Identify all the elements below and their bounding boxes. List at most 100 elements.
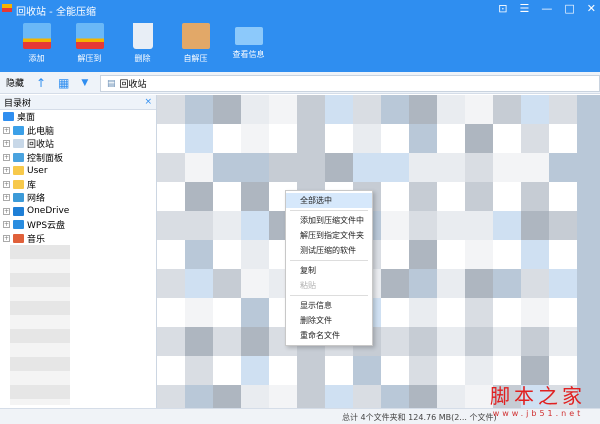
blurred-file-tile	[549, 95, 577, 124]
self-extract-label: 自解压	[183, 54, 208, 63]
dropdown-icon[interactable]: ▼	[81, 78, 88, 88]
blurred-file-tile	[213, 298, 241, 327]
blurred-file-tile	[437, 124, 465, 153]
blurred-file-tile	[185, 356, 213, 385]
tree-item[interactable]: 桌面	[0, 110, 156, 124]
self-extract-button[interactable]: 自解压	[169, 20, 222, 72]
folder-icon	[13, 233, 24, 243]
status-text: 总计 4个文件夹和 124.76 MB(2... 个文件)	[342, 413, 497, 422]
blurred-file-tile	[241, 153, 269, 182]
blurred-file-tile	[381, 95, 409, 124]
blurred-file-tile	[185, 211, 213, 240]
add-button[interactable]: 添加	[10, 20, 63, 72]
blurred-file-tile	[437, 153, 465, 182]
blurred-file-tile	[269, 95, 297, 124]
inbox-icon[interactable]: ⊡	[498, 2, 507, 15]
tree-item[interactable]: + 音乐	[0, 232, 156, 246]
blurred-file-tile	[381, 211, 409, 240]
blurred-file-tile	[185, 269, 213, 298]
blurred-file-tile	[465, 95, 493, 124]
tree-item[interactable]: + 控制面板	[0, 151, 156, 165]
tree-item[interactable]: + 库	[0, 178, 156, 192]
blurred-file-tile	[381, 269, 409, 298]
expand-icon[interactable]: +	[3, 153, 10, 161]
blurred-file-tile	[241, 95, 269, 124]
menu-item[interactable]: 测试压缩的软件	[286, 243, 372, 258]
blurred-file-tile	[381, 356, 409, 385]
path-field[interactable]: ▤ 回收站	[100, 75, 600, 92]
tree-item[interactable]: + User	[0, 164, 156, 178]
blurred-file-tile	[185, 182, 213, 211]
menu-item[interactable]: 全部选中	[286, 193, 372, 208]
delete-button[interactable]: 删除	[116, 20, 169, 72]
expand-icon[interactable]: +	[3, 140, 10, 148]
close-icon[interactable]: ✕	[587, 2, 596, 15]
tree-item[interactable]: + WPS云盘	[0, 218, 156, 232]
expand-icon[interactable]: +	[3, 207, 10, 215]
up-arrow-icon[interactable]: ↑	[36, 76, 46, 90]
blurred-file-tile	[437, 385, 465, 408]
menu-item[interactable]: 重命名文件	[286, 328, 372, 343]
blurred-file-tile	[241, 240, 269, 269]
blurred-file-tile	[437, 95, 465, 124]
grid-view-icon[interactable]: ▦	[58, 76, 69, 90]
menu-icon[interactable]: ☰	[520, 2, 530, 15]
tree-item[interactable]: + OneDrive	[0, 205, 156, 219]
tree-item[interactable]: + 网络	[0, 191, 156, 205]
blurred-file-tile	[409, 240, 437, 269]
blurred-file-tile	[185, 298, 213, 327]
menu-item[interactable]: 显示信息	[286, 298, 372, 313]
tree-title: 目录树	[4, 98, 32, 109]
expand-icon[interactable]: +	[3, 221, 10, 229]
blurred-file-tile	[409, 385, 437, 408]
folder-icon	[13, 139, 24, 149]
blurred-file-tile	[493, 298, 521, 327]
menu-item[interactable]: 添加到压缩文件中	[286, 213, 372, 228]
blurred-file-tile	[325, 124, 353, 153]
blurred-file-tile	[353, 124, 381, 153]
hide-button[interactable]: 隐藏	[6, 76, 24, 89]
tree-item[interactable]: + 回收站	[0, 137, 156, 151]
blurred-file-tile	[409, 356, 437, 385]
toolbar: 添加 解压到 删除 自解压 查看信息	[0, 20, 600, 72]
menu-item[interactable]: 删除文件	[286, 313, 372, 328]
blurred-file-tile	[297, 153, 325, 182]
expand-icon[interactable]: +	[3, 180, 10, 188]
blurred-file-tile	[437, 182, 465, 211]
folder-icon	[13, 152, 24, 162]
maximize-icon[interactable]: □	[564, 2, 574, 15]
blurred-file-tile	[521, 269, 549, 298]
tree-item-label: 控制面板	[27, 153, 64, 164]
close-tree-icon[interactable]: ×	[144, 97, 152, 107]
file-list-area[interactable]	[157, 95, 600, 408]
menu-item[interactable]: 复制	[286, 263, 372, 278]
tree-item[interactable]: + 此电脑	[0, 124, 156, 138]
menu-item[interactable]: 解压到指定文件夹	[286, 228, 372, 243]
blurred-file-tile	[437, 356, 465, 385]
expand-icon[interactable]: +	[3, 194, 10, 202]
tree-item-label: 网络	[27, 194, 46, 205]
menu-separator	[290, 210, 368, 211]
expand-icon[interactable]: +	[3, 126, 10, 134]
blurred-file-tile	[577, 298, 600, 327]
blurred-file-tile	[353, 356, 381, 385]
app-logo-icon	[2, 4, 12, 16]
blurred-file-tile	[325, 385, 353, 408]
blurred-file-tile	[493, 269, 521, 298]
view-info-label: 查看信息	[232, 50, 265, 59]
blurred-file-tile	[381, 182, 409, 211]
blurred-file-tile	[157, 298, 185, 327]
blurred-file-tile	[157, 269, 185, 298]
blurred-file-tile	[465, 298, 493, 327]
extract-button[interactable]: 解压到	[63, 20, 116, 72]
add-label: 添加	[28, 54, 45, 63]
expand-icon[interactable]: +	[3, 234, 10, 242]
expand-icon[interactable]: +	[3, 167, 10, 175]
minimize-icon[interactable]: —	[541, 2, 552, 15]
blurred-file-tile	[325, 356, 353, 385]
nav-bar: 隐藏 ↑ ▦ ▼ ▤ 回收站	[0, 72, 600, 94]
view-info-button[interactable]: 查看信息	[222, 20, 275, 72]
blurred-file-tile	[437, 269, 465, 298]
blurred-file-tile	[353, 153, 381, 182]
blurred-file-tile	[381, 298, 409, 327]
